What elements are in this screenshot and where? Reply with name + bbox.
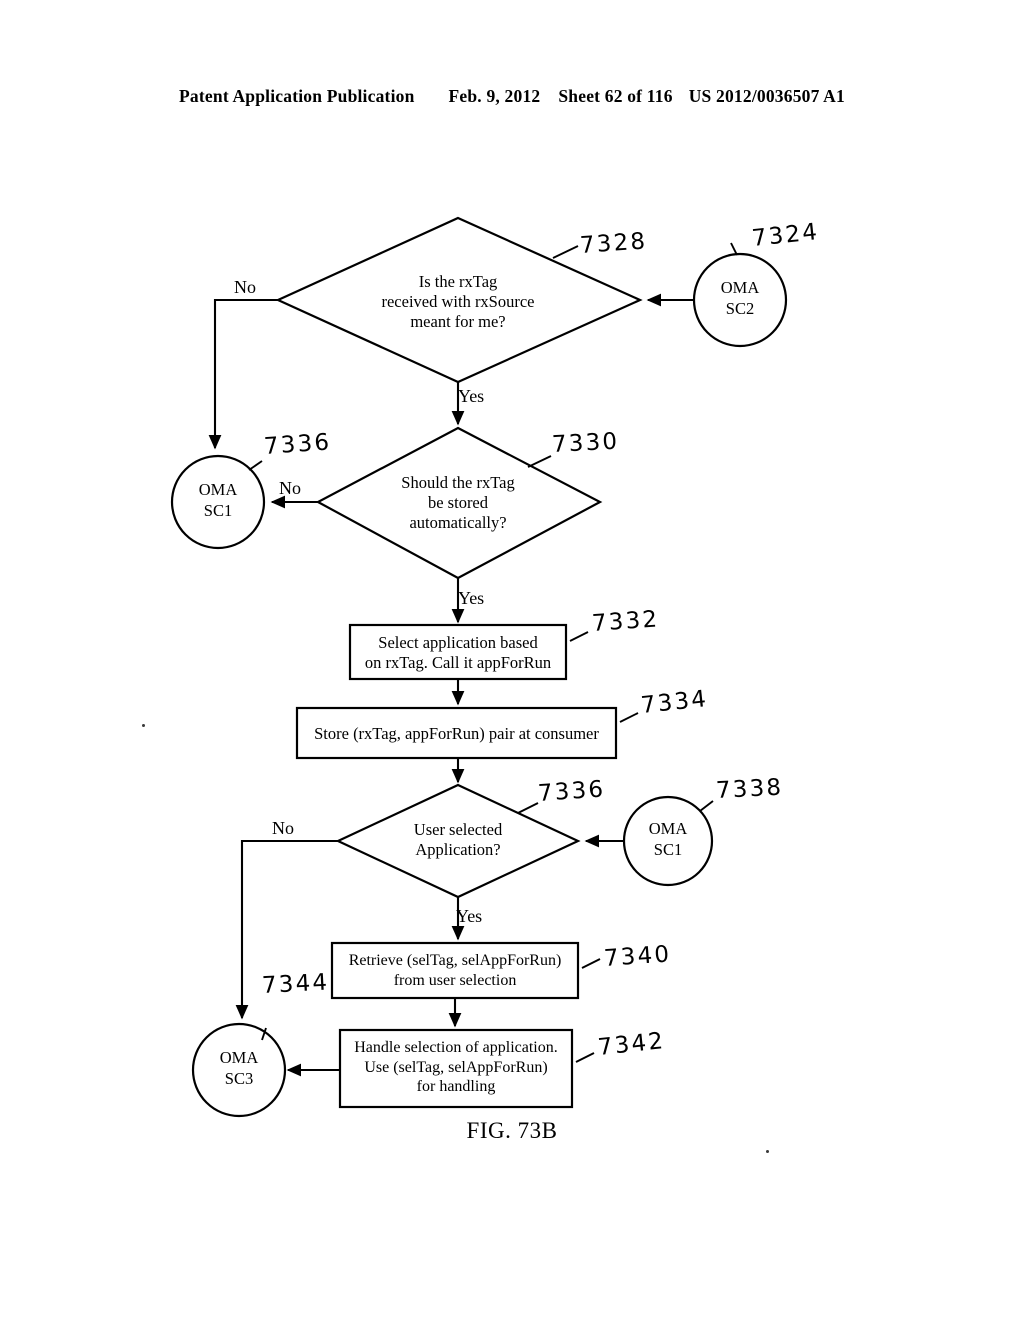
ref-numeral-7338: 7338 (715, 774, 784, 804)
scan-speck (142, 724, 145, 727)
connector-oma-sc3-label: OMA SC3 (219, 1048, 259, 1088)
edge-label-yes-store-auto: Yes (458, 588, 485, 608)
connector-oma-sc1-right-label: OMA SC1 (648, 819, 688, 859)
process-store-pair-shape (295, 706, 618, 760)
edge-label-yes-user-selected: Yes (456, 906, 483, 926)
connector-oma-sc2-label: OMA SC2 (720, 278, 760, 318)
edge-label-yes-rxtag-for-me: Yes (458, 386, 485, 406)
edge-label-no-rxtag-for-me: No (234, 277, 256, 297)
process-retrieve-shape (330, 941, 580, 1000)
connector-oma-sc1-left-label: OMA SC1 (198, 480, 238, 520)
process-select-app-shape (348, 623, 568, 681)
ref-numeral-7328: 7328 (579, 228, 649, 259)
process-handle-shape (338, 1028, 574, 1109)
edge-label-no-user-selected: No (272, 818, 294, 838)
figure-caption: FIG. 73B (466, 1118, 558, 1143)
ref-numeral-7336-left: 7336 (263, 429, 333, 460)
ref-numeral-7332: 7332 (591, 606, 661, 637)
edge-label-no-store-auto: No (279, 478, 301, 498)
ref-numeral-7344: 7344 (261, 969, 330, 999)
scan-speck (766, 1150, 769, 1153)
ref-numeral-7340: 7340 (603, 941, 673, 972)
ref-numeral-7336-decision: 7336 (537, 776, 607, 807)
ref-numeral-7330: 7330 (551, 428, 620, 458)
